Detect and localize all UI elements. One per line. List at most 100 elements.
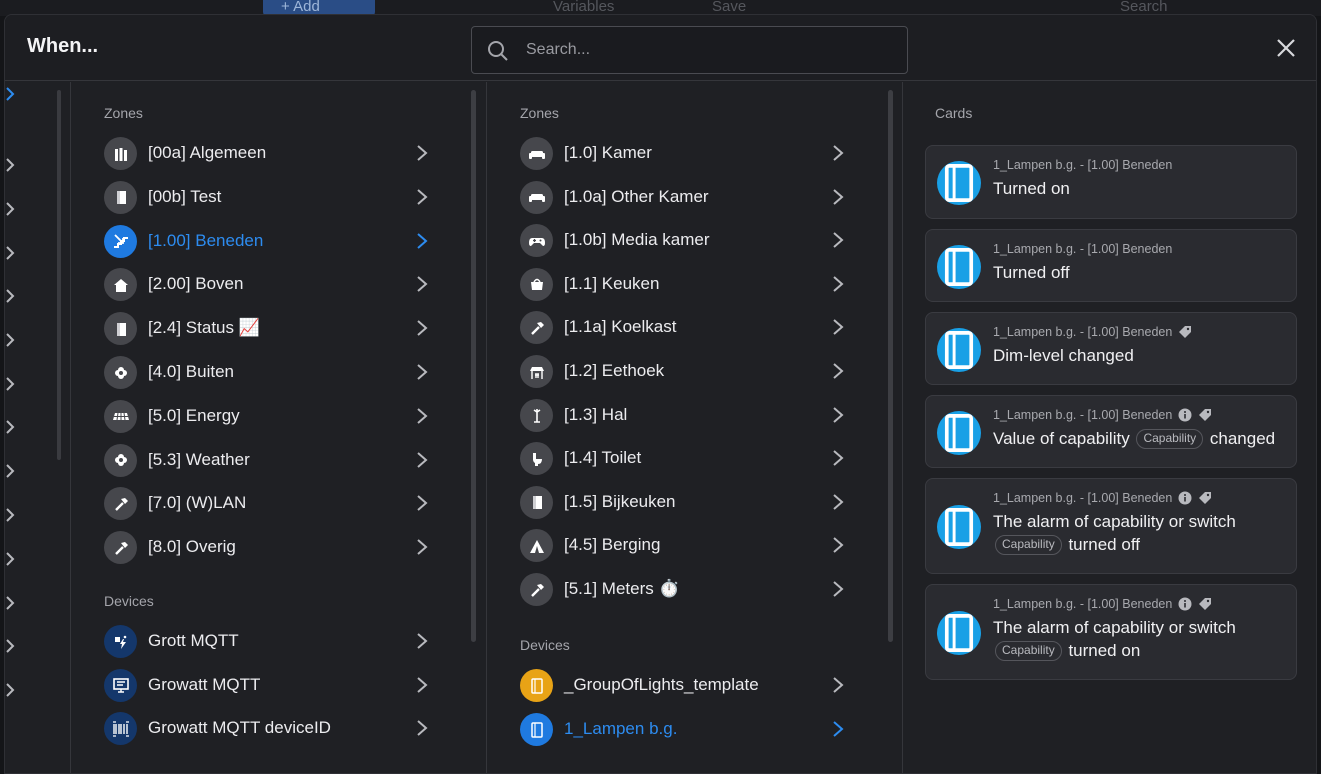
chevron-right-icon[interactable]	[5, 552, 15, 566]
flower-icon	[114, 366, 127, 379]
device-avatar	[520, 669, 553, 702]
device-avatar	[937, 327, 981, 372]
zone-label: [1.0a] Other Kamer	[564, 186, 709, 206]
zone-item[interactable]: [7.0] (W)LAN	[71, 483, 451, 523]
zone-label: [8.0] Overig	[148, 537, 236, 557]
search-input[interactable]	[526, 37, 886, 63]
light-panel-icon	[944, 413, 974, 452]
zone-item[interactable]: [4.0] Buiten	[71, 352, 451, 392]
chevron-right-icon[interactable]	[5, 639, 15, 653]
zone-item[interactable]: [2.4] Status 📈	[71, 308, 451, 348]
dialog-title: When...	[27, 35, 99, 57]
zone-item[interactable]: [2.00] Boven	[71, 264, 451, 304]
zone-item[interactable]: [1.0] Kamer	[487, 133, 867, 173]
flow-card[interactable]: 1_Lampen b.g. - [1.00] Beneden Turned of…	[925, 229, 1297, 302]
device-item[interactable]: _GroupOfLights_template	[487, 665, 867, 705]
chevron-right-icon[interactable]	[5, 202, 15, 216]
chevron-right-icon[interactable]	[5, 246, 15, 260]
stairs-down-icon	[113, 234, 128, 249]
flow-card[interactable]: 1_Lampen b.g. - [1.00] Beneden The alarm…	[925, 584, 1297, 680]
zone-item[interactable]: [00b] Test	[71, 177, 451, 217]
device-item[interactable]: 1_Lampen b.g.	[487, 709, 867, 749]
flow-card[interactable]: 1_Lampen b.g. - [1.00] Beneden The alarm…	[925, 478, 1297, 574]
zone-avatar	[104, 443, 137, 477]
chevron-right-icon	[417, 364, 428, 380]
chevron-right-icon[interactable]	[5, 158, 15, 172]
chevron-right-icon	[417, 539, 428, 555]
devices-section-label: Devices	[520, 637, 570, 653]
zone-avatar	[104, 312, 137, 346]
info-icon	[1178, 597, 1192, 611]
chevron-right-icon[interactable]	[5, 508, 15, 522]
capability-pill[interactable]: Capability	[995, 535, 1062, 555]
chevron-right-icon[interactable]	[5, 87, 15, 101]
chevron-right-icon	[833, 721, 844, 737]
zone-label: [1.00] Beneden	[148, 230, 264, 250]
zone-item[interactable]: [1.1] Keuken	[487, 264, 867, 304]
zone-item[interactable]: [1.2] Eethoek	[487, 351, 867, 391]
solar-panel-icon	[112, 413, 129, 421]
zone-avatar	[520, 224, 553, 258]
chevron-right-icon[interactable]	[5, 289, 15, 303]
flow-card[interactable]: 1_Lampen b.g. - [1.00] Beneden Value of …	[925, 395, 1297, 468]
zones-column-2: Zones [1.0] Kamer [1.0a] Other Kamer [1.…	[487, 82, 903, 773]
card-subtitle: 1_Lampen b.g. - [1.00] Beneden	[993, 242, 1173, 256]
zone-item[interactable]: [1.0b] Media kamer	[487, 220, 867, 260]
device-item[interactable]: Grott MQTT	[71, 621, 451, 661]
capability-pill[interactable]: Capability	[995, 641, 1062, 661]
chevron-right-icon	[833, 537, 844, 554]
zone-item[interactable]: [1.0a] Other Kamer	[487, 177, 867, 217]
hammer-icon	[114, 497, 128, 511]
device-item[interactable]: Growatt MQTT	[71, 665, 451, 705]
chevron-right-icon	[417, 232, 428, 249]
zone-item[interactable]: [1.4] Toilet	[487, 438, 867, 478]
door-icon	[532, 496, 542, 510]
flow-card[interactable]: 1_Lampen b.g. - [1.00] Beneden Turned on	[925, 145, 1297, 219]
zone-item[interactable]: [5.3] Weather	[71, 440, 451, 480]
chevron-right-icon[interactable]	[5, 420, 15, 434]
zone-item[interactable]: [5.1] Meters ⏱️	[487, 569, 867, 609]
zone-label: [1.0b] Media kamer	[564, 230, 710, 250]
scrollbar[interactable]	[888, 90, 893, 642]
zone-label: [00b] Test	[148, 186, 222, 206]
hammer-icon	[114, 541, 128, 555]
zone-item[interactable]: [1.3] Hal	[487, 395, 867, 435]
cooking-pot-icon	[530, 279, 543, 291]
light-panel-icon	[944, 614, 974, 652]
device-item[interactable]: Growatt MQTT deviceID	[71, 708, 451, 748]
search-box[interactable]	[471, 26, 908, 74]
close-icon[interactable]	[1273, 35, 1299, 61]
chevron-right-icon[interactable]	[5, 377, 15, 391]
chevron-right-icon	[833, 188, 844, 205]
chevron-right-icon	[417, 276, 428, 293]
info-icon	[1178, 491, 1192, 505]
zone-item[interactable]: [4.5] Berging	[487, 525, 867, 565]
chevron-right-icon	[833, 581, 844, 597]
zone-item[interactable]: [00a] Algemeen	[71, 133, 451, 173]
chevron-right-icon[interactable]	[5, 464, 15, 478]
light-panel-icon	[944, 247, 974, 286]
zone-label: [1.4] Toilet	[564, 448, 642, 468]
chevron-right-icon	[417, 495, 428, 512]
flow-card[interactable]: 1_Lampen b.g. - [1.00] Beneden Dim-level…	[925, 312, 1297, 385]
device-avatar	[937, 505, 981, 549]
zone-item[interactable]: [1.5] Bijkeuken	[487, 482, 867, 522]
chevron-right-icon[interactable]	[5, 683, 15, 697]
zone-label: [4.5] Berging	[564, 535, 661, 555]
scrollbar[interactable]	[471, 90, 476, 642]
chevron-right-icon	[833, 232, 844, 248]
light-panel-icon	[530, 677, 543, 694]
device-label: Grott MQTT	[148, 631, 239, 650]
device-avatar	[937, 161, 981, 205]
zone-item[interactable]: [1.00] Beneden	[71, 221, 451, 261]
zone-item[interactable]: [5.0] Energy	[71, 396, 451, 436]
scrollbar[interactable]	[57, 90, 61, 460]
chevron-right-icon[interactable]	[5, 596, 15, 610]
zones-column-1: Zones [00a] Algemeen [00b] Test [1.00] B…	[71, 82, 487, 773]
zone-item[interactable]: [1.1a] Koelkast	[487, 307, 867, 347]
collapsed-column	[5, 82, 71, 773]
zone-item[interactable]: [8.0] Overig	[71, 527, 451, 567]
card-title: Turned on	[993, 179, 1070, 198]
chevron-right-icon[interactable]	[5, 333, 15, 347]
capability-pill[interactable]: Capability	[1136, 429, 1204, 449]
